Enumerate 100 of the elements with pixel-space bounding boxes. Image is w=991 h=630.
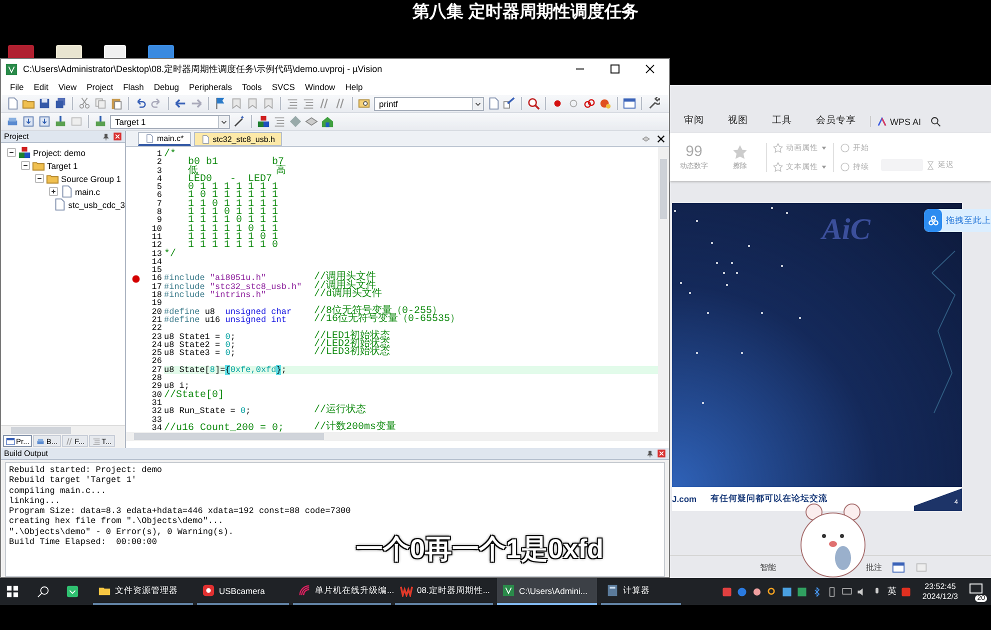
paste-icon[interactable] xyxy=(110,97,123,110)
ribbon-tab[interactable]: 审阅 xyxy=(684,114,704,127)
tree-item[interactable]: Target 1 xyxy=(47,160,78,170)
tray-icon[interactable] xyxy=(752,586,762,596)
ai-logo-icon[interactable] xyxy=(877,116,887,126)
menu-item[interactable]: Debug xyxy=(148,82,184,92)
tray-icon[interactable] xyxy=(782,586,792,596)
flash-icon[interactable] xyxy=(94,115,107,128)
taskbar-app[interactable]: 单片机在线升级编... xyxy=(293,578,391,605)
tree-item[interactable]: stc_usb_cdc_3 xyxy=(68,200,125,210)
download-icon[interactable] xyxy=(54,115,67,128)
line-number: 10 xyxy=(150,224,163,233)
file-tab[interactable]: stc32_stc8_usb.h xyxy=(194,132,282,146)
status-item[interactable]: 智能 xyxy=(760,562,776,572)
menu-item[interactable]: Window xyxy=(300,82,340,92)
zoom-icon[interactable] xyxy=(527,97,540,110)
windows-start-icon[interactable] xyxy=(6,585,19,598)
bookmark-flag-icon[interactable] xyxy=(214,97,227,110)
menu-item[interactable]: Flash xyxy=(118,82,149,92)
close-icon[interactable] xyxy=(645,64,655,74)
indent-icon[interactable] xyxy=(286,97,299,110)
menu-item[interactable]: File xyxy=(5,82,29,92)
menu-item[interactable]: View xyxy=(53,82,82,92)
cut-icon[interactable] xyxy=(78,97,91,110)
rebuild-icon[interactable] xyxy=(38,115,51,128)
save-icon[interactable] xyxy=(38,97,51,110)
menu-item[interactable]: SVCS xyxy=(266,82,300,92)
menu-item[interactable]: Peripherals xyxy=(184,82,237,92)
search-icon[interactable] xyxy=(930,116,942,127)
collapse-icon[interactable] xyxy=(21,161,30,170)
tree-item[interactable]: Project: demo xyxy=(33,148,86,158)
drag-hint-button[interactable]: 拖拽至此上 xyxy=(924,209,991,232)
pin-icon[interactable] xyxy=(646,450,654,458)
tray-icon[interactable] xyxy=(767,586,778,596)
scrollbar[interactable] xyxy=(1,425,125,434)
file-tab[interactable]: main.c* xyxy=(138,132,191,146)
collapse-icon[interactable] xyxy=(35,174,44,183)
menu-item[interactable]: Project xyxy=(82,82,118,92)
bluetooth-icon[interactable] xyxy=(812,586,822,596)
outdent-icon[interactable] xyxy=(302,97,315,110)
hat-icon[interactable] xyxy=(305,115,318,128)
tray-icon[interactable] xyxy=(901,586,912,596)
back-arrow-icon[interactable] xyxy=(174,97,187,110)
find-in-files-icon[interactable] xyxy=(487,97,500,110)
maximize-icon[interactable] xyxy=(610,64,620,74)
taskbar-app[interactable]: C:\Users\Admini... xyxy=(497,578,597,605)
uncomment-icon[interactable] xyxy=(334,97,347,110)
rings-icon[interactable] xyxy=(583,97,596,110)
blocks-icon[interactable] xyxy=(257,115,270,128)
menu-item[interactable]: Edit xyxy=(28,82,54,92)
magic-wand-icon[interactable] xyxy=(233,115,246,128)
collapse-icon[interactable] xyxy=(7,148,16,157)
tree-item[interactable]: main.c xyxy=(75,186,100,196)
scrollbar[interactable] xyxy=(126,432,669,441)
expand-icon[interactable] xyxy=(49,187,58,196)
clock[interactable]: 23:52:45 2024/12/3 xyxy=(922,582,958,602)
video-subtitle: 一个0再一个1是0xfd xyxy=(356,533,604,566)
taskbar-app[interactable]: USBcamera xyxy=(197,578,289,605)
line-number: 27 xyxy=(150,366,163,374)
ai-button[interactable]: WPS AI xyxy=(890,116,922,126)
blob-icon[interactable] xyxy=(599,97,612,110)
taskbar-app[interactable]: 08.定时器周期性... xyxy=(395,578,493,605)
house-icon[interactable] xyxy=(321,115,334,128)
search-combobox[interactable]: printf xyxy=(374,96,484,110)
arrow-document-icon[interactable] xyxy=(503,97,516,110)
code-text: 1 1 1 1 0 1 1 1 xyxy=(187,216,280,225)
ribbon-tab[interactable]: 工具 xyxy=(772,114,792,127)
target-dropdown[interactable]: Target 1 xyxy=(110,114,230,128)
chat-app-icon[interactable] xyxy=(66,585,79,598)
close-icon[interactable] xyxy=(657,135,665,143)
breakpoint-icon[interactable] xyxy=(132,274,140,283)
menu-item[interactable]: Tools xyxy=(236,82,267,92)
status-item[interactable]: 批注 xyxy=(866,562,882,572)
tray-icon[interactable] xyxy=(797,586,808,596)
pin-icon[interactable] xyxy=(102,132,110,140)
tray-icon[interactable] xyxy=(737,586,748,596)
window-icon[interactable] xyxy=(623,97,636,110)
find-icon[interactable] xyxy=(358,97,371,110)
scrollbar[interactable] xyxy=(658,147,669,432)
new-file-icon[interactable] xyxy=(6,97,19,110)
taskbar-app[interactable]: 文件资源管理器 xyxy=(93,578,193,605)
notification-icon[interactable] xyxy=(969,582,983,596)
save-all-icon[interactable] xyxy=(54,97,67,110)
network-icon[interactable] xyxy=(842,586,852,596)
tree-item[interactable]: Source Group 1 xyxy=(61,174,122,184)
taskbar-app[interactable]: 计算器 xyxy=(601,578,681,605)
comment-icon[interactable] xyxy=(318,97,331,110)
ribbon-tab[interactable]: 会员专享 xyxy=(816,114,856,127)
search-icon[interactable] xyxy=(37,585,50,598)
view-icon[interactable] xyxy=(892,560,905,574)
input-method-indicator[interactable]: 英 xyxy=(887,585,896,598)
build-icon[interactable] xyxy=(22,115,35,128)
ribbon-tab[interactable]: 视图 xyxy=(728,114,748,127)
code-text: u8 Run_State = 0; xyxy=(164,407,252,416)
wrench-icon[interactable] xyxy=(647,97,660,110)
layers-icon[interactable] xyxy=(6,115,19,128)
tray-icon[interactable] xyxy=(722,586,732,596)
line-number: 1 xyxy=(156,150,163,158)
usb-icon[interactable] xyxy=(827,586,838,596)
menu-item[interactable]: Help xyxy=(340,82,368,92)
